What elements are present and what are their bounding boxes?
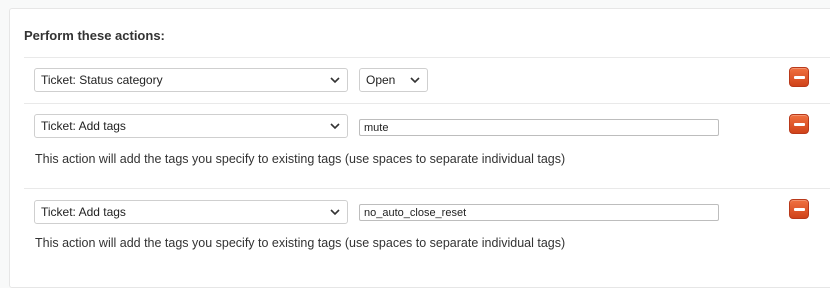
chevron-down-icon [410,69,420,91]
row-divider [24,188,830,189]
action-field-label: Ticket: Add tags [41,205,126,219]
actions-panel: Perform these actions: Ticket: Status ca… [9,8,830,288]
action-description-2: This action will add the tags you specif… [35,236,566,250]
action-field-select-2[interactable]: Ticket: Add tags [34,114,348,138]
remove-action-button-1[interactable] [789,67,809,87]
action-field-select-1[interactable]: Ticket: Status category [34,68,348,92]
status-value-select[interactable]: Open [359,68,428,92]
row-divider [24,103,830,104]
chevron-down-icon [330,201,340,223]
row-divider [24,57,830,58]
tags-input-1[interactable] [359,119,719,136]
section-heading: Perform these actions: [24,28,165,43]
action-field-label: Ticket: Status category [41,73,163,87]
action-field-label: Ticket: Add tags [41,119,126,133]
action-field-select-3[interactable]: Ticket: Add tags [34,200,348,224]
chevron-down-icon [330,69,340,91]
minus-icon [793,75,805,79]
remove-action-button-3[interactable] [789,199,809,219]
status-value-label: Open [366,73,396,87]
chevron-down-icon [330,115,340,137]
minus-icon [793,207,805,211]
action-description-1: This action will add the tags you specif… [35,152,566,166]
minus-icon [793,122,805,126]
tags-input-2[interactable] [359,204,719,221]
remove-action-button-2[interactable] [789,114,809,134]
